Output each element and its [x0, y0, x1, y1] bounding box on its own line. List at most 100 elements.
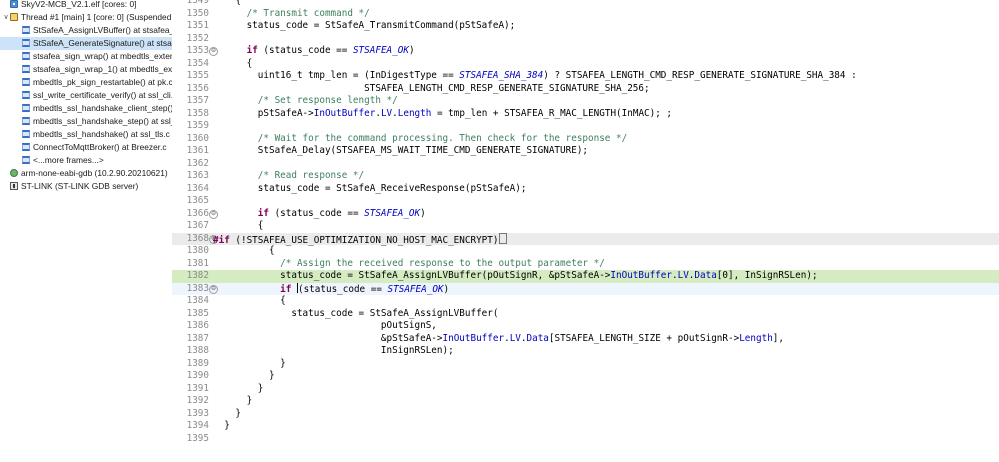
code-line[interactable]: 1353 ⊖ if (status_code == STSAFEA_OK)	[172, 45, 999, 58]
code-token: [STSAFEA_LENGTH_SIZE + pOutSignR->	[548, 332, 740, 344]
code-line[interactable]: 1350 /* Transmit command */	[172, 8, 999, 21]
code-line[interactable]: 1360 /* Wait for the command processing.…	[172, 133, 999, 146]
debug-tree-row[interactable]: stsafea_sign_wrap() at mbedtls_extension…	[0, 50, 172, 63]
code-token: /* Transmit command */	[246, 7, 370, 19]
app-icon	[10, 0, 18, 8]
line-number: 1385	[186, 307, 209, 319]
debug-tree-row[interactable]: ∨ Thread #1 [main] 1 [core: 0] (Suspended…	[0, 11, 172, 24]
line-number: 1395	[186, 432, 209, 444]
code-line[interactable]: 1349 {	[172, 0, 999, 8]
code-text: /* Transmit command */	[213, 8, 370, 21]
frame-icon	[22, 39, 30, 47]
code-line[interactable]: 1366 ⊖ if (status_code == STSAFEA_OK)	[172, 208, 999, 221]
code-line[interactable]: 1365	[172, 195, 999, 208]
debug-tree-row[interactable]: arm-none-eabi-gdb (10.2.90.20210621)	[0, 167, 172, 180]
expand-toggle-icon[interactable]: ∨	[2, 11, 10, 24]
code-line[interactable]: 1351 status_code = StSafeA_TransmitComma…	[172, 20, 999, 33]
code-token: InOutBuffer	[442, 332, 505, 344]
debug-tree-label: ConnectToMqttBroker() at Breezer.c	[33, 142, 167, 152]
code-text: status_code = StSafeA_AssignLVBuffer(	[213, 308, 498, 321]
code-line[interactable]: 1389 }	[172, 358, 999, 371]
code-token: InOutBuffer	[610, 270, 672, 281]
code-line[interactable]: 1358 pStSafeA->InOutBuffer.LV.Length = t…	[172, 108, 999, 121]
code-token: LV	[380, 107, 393, 119]
code-line[interactable]: 1383 ⊖ if (status_code == STSAFEA_OK)	[172, 282, 999, 295]
code-line[interactable]: 1352	[172, 33, 999, 46]
debug-tree-row[interactable]: StSafeA_AssignLVBuffer() at stsafea_serv…	[0, 24, 172, 37]
debug-tree-row[interactable]: ssl_write_certificate_verify() at ssl_cl…	[0, 89, 172, 102]
code-token: }	[213, 370, 275, 381]
code-line[interactable]: 1387 &pStSafeA->InOutBuffer.LV.Data[STSA…	[172, 333, 999, 346]
line-number: 1354	[186, 57, 209, 69]
debug-tree-row[interactable]: mbedtls_ssl_handshake_client_step() at s…	[0, 102, 172, 115]
code-token: }	[213, 395, 253, 406]
code-line[interactable]: 1385 status_code = StSafeA_AssignLVBuffe…	[172, 308, 999, 321]
code-line[interactable]: 1392 }	[172, 395, 999, 408]
code-line[interactable]: 1361 StSafeA_Delay(STSAFEA_MS_WAIT_TIME_…	[172, 145, 999, 158]
line-number: 1390	[186, 370, 209, 381]
debug-tree-row[interactable]: StSafeA_GenerateSignature() at stsafea_c…	[0, 37, 172, 50]
debug-tree-row[interactable]: <...more frames...>	[0, 154, 172, 167]
code-line[interactable]: 1362	[172, 158, 999, 171]
code-line[interactable]: 1384 {	[172, 295, 999, 308]
line-number: 1381	[186, 257, 209, 269]
code-text: InSignRSLen);	[213, 345, 454, 358]
code-editor[interactable]: ⇒ 1349 {1350 /* Transmit command */1351 …	[172, 0, 999, 462]
line-number: 1364	[186, 182, 209, 194]
code-line[interactable]: 1355 uint16_t tmp_len = (InDigestType ==…	[172, 70, 999, 83]
line-number: 1361	[186, 145, 209, 156]
line-number: 1365	[186, 195, 209, 206]
code-token: }	[213, 382, 264, 394]
debug-tree-row[interactable]: mbedtls_ssl_handshake() at ssl_tls.c	[0, 128, 172, 141]
frame-icon	[22, 156, 30, 164]
code-token: {	[213, 220, 264, 231]
line-number: 1351	[186, 20, 209, 31]
code-line[interactable]: 1394 }	[172, 420, 999, 433]
code-line[interactable]: 1356 STSAFEA_LENGTH_CMD_RESP_GENERATE_SI…	[172, 83, 999, 96]
code-text: status_code = StSafeA_TransmitCommand(pS…	[213, 20, 516, 33]
line-number: 1383	[186, 282, 209, 294]
code-line[interactable]: 1364 status_code = StSafeA_ReceiveRespon…	[172, 183, 999, 196]
code-line[interactable]: 1359	[172, 120, 999, 133]
code-line[interactable]: 1391 }	[172, 383, 999, 396]
frame-icon	[22, 65, 30, 73]
line-number: 1353	[186, 45, 209, 56]
code-line[interactable]: 1368 ⊕ #if (!STSAFEA_USE_OPTIMIZATION_NO_H…	[172, 232, 999, 246]
code-line[interactable]: 1388 InSignRSLen);	[172, 345, 999, 358]
debug-tree-row[interactable]: ConnectToMqttBroker() at Breezer.c	[0, 141, 172, 154]
debug-tree-row[interactable]: stsafea_sign_wrap_1() at mbedtls_extensi…	[0, 63, 172, 76]
debug-tree-row[interactable]: SkyV2-MCB_V2.1.elf [cores: 0]	[0, 0, 172, 11]
code-line[interactable]: 1380 {	[172, 245, 999, 258]
code-text: {	[213, 220, 264, 233]
debug-tree-row[interactable]: mbedtls_pk_sign_restartable() at pk.c	[0, 76, 172, 89]
debug-tree-row[interactable]: mbedtls_ssl_handshake_step() at ssl_tls.…	[0, 115, 172, 128]
frame-icon	[22, 78, 30, 86]
code-line[interactable]: 1363 /* Read response */	[172, 170, 999, 183]
folded-block-icon[interactable]	[499, 232, 508, 244]
debug-tree-row[interactable]: ST-LINK (ST-LINK GDB server)	[0, 180, 172, 193]
line-number: 1394	[186, 420, 209, 431]
code-line[interactable]: 1354 {	[172, 58, 999, 71]
code-line[interactable]: 1393 }	[172, 408, 999, 421]
line-number: 1352	[186, 32, 209, 44]
code-line[interactable]: 1395	[172, 433, 999, 446]
code-line[interactable]: 1367 {	[172, 220, 999, 233]
line-number: 1360	[186, 132, 209, 144]
code-line[interactable]: 1357 /* Set response length */	[172, 95, 999, 108]
debug-tree-label: arm-none-eabi-gdb (10.2.90.20210621)	[21, 168, 168, 178]
code-token: STSAFEA_OK	[364, 207, 421, 219]
code-token: pStSafeA->	[213, 107, 314, 119]
code-line[interactable]: 1381 /* Assign the received response to …	[172, 258, 999, 271]
code-text: {	[213, 245, 275, 258]
code-line[interactable]: 1382 status_code = StSafeA_AssignLVBuffe…	[172, 270, 999, 283]
code-token: Data	[526, 332, 549, 344]
line-number: 1362	[186, 157, 209, 169]
code-text: {	[213, 0, 241, 8]
code-line[interactable]: 1390 }	[172, 370, 999, 383]
code-line[interactable]: 1386 pOutSignS,	[172, 320, 999, 333]
line-number: 1392	[186, 395, 209, 406]
code-text: if (status_code == STSAFEA_OK)	[213, 208, 426, 221]
code-text: }	[213, 395, 253, 408]
